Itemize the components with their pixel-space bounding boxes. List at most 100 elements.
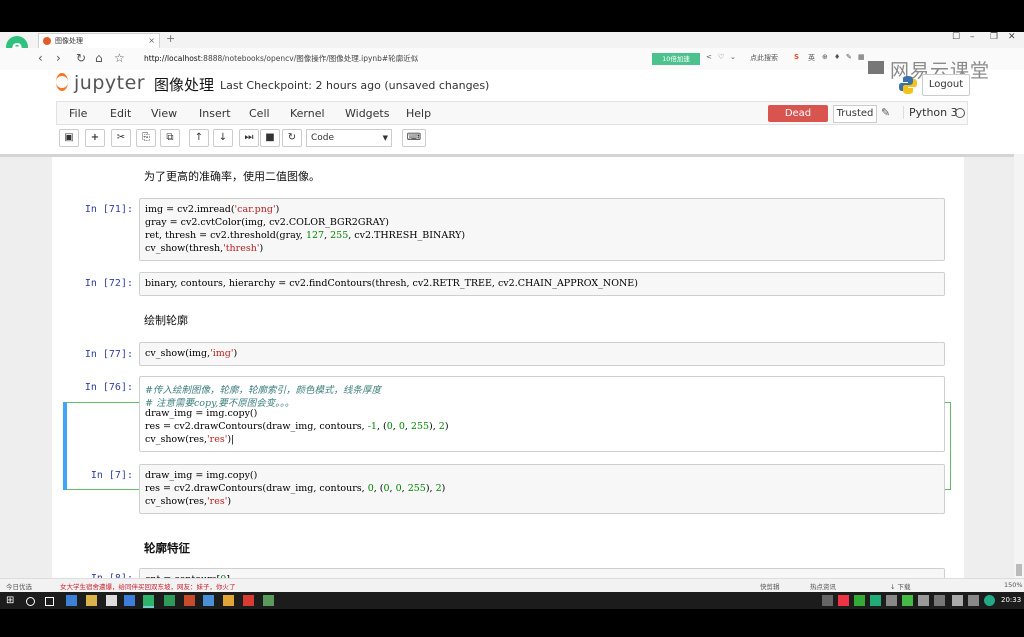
search-icon[interactable]: [26, 597, 35, 606]
scrollbar-thumb[interactable]: [1016, 564, 1022, 576]
maximize-window-button[interactable]: ❐: [990, 32, 998, 42]
cell-prompt: In [71]:: [84, 204, 133, 215]
code-line: res = cv2.drawContours(draw_img, contour…: [145, 421, 449, 432]
tray-icon[interactable]: [838, 595, 849, 606]
code-cell-71[interactable]: img = cv2.imread('car.png') gray = cv2.c…: [139, 198, 945, 261]
new-tab-button[interactable]: +: [166, 32, 175, 45]
restart-icon[interactable]: ↻: [282, 129, 302, 147]
move-up-icon[interactable]: ↑: [189, 129, 209, 147]
menu-insert[interactable]: Insert: [199, 107, 231, 120]
url-field[interactable]: http://localhost:8888/notebooks/opencv/图…: [138, 51, 652, 67]
run-icon[interactable]: ⏭: [239, 129, 259, 147]
tab-favicon-icon: [43, 37, 51, 45]
forward-icon[interactable]: ›: [56, 51, 61, 65]
move-down-icon[interactable]: ↓: [213, 129, 233, 147]
code-cell-76[interactable]: #传入绘制图像，轮廓，轮廓索引，颜色模式，线条厚度 # 注意需要copy,要不原…: [139, 376, 945, 452]
tray-icon[interactable]: [822, 595, 833, 606]
tray-icon[interactable]: [886, 595, 897, 606]
app-icon-mail[interactable]: [124, 595, 135, 606]
app-icon-blue[interactable]: [203, 595, 214, 606]
window-menu-icon[interactable]: ☐: [952, 32, 960, 42]
menu-edit[interactable]: Edit: [110, 107, 131, 120]
paste-icon[interactable]: ⧉: [160, 129, 180, 147]
back-icon[interactable]: ‹: [38, 51, 43, 65]
heart-icon[interactable]: ♡: [718, 53, 724, 61]
ime-tool-5[interactable]: ▦: [858, 53, 865, 61]
save-button[interactable]: ▣: [59, 129, 79, 147]
app-icon-green[interactable]: [164, 595, 175, 606]
logout-button[interactable]: Logout: [922, 74, 970, 96]
zoom-level[interactable]: 150%: [1004, 581, 1023, 589]
code-cell-77[interactable]: cv_show(img,'img'): [139, 342, 945, 366]
status-left[interactable]: 今日优选: [6, 581, 32, 591]
app-icon-orange[interactable]: [223, 595, 234, 606]
tray-icon[interactable]: [968, 595, 979, 606]
tab-close-icon[interactable]: ×: [148, 34, 155, 48]
markdown-cell[interactable]: 为了更高的准确率，使用二值图像。: [144, 168, 320, 184]
status-item[interactable]: 快剪辑: [760, 581, 780, 591]
menu-view[interactable]: View: [151, 107, 177, 120]
trusted-badge[interactable]: Trusted: [833, 105, 877, 123]
notebook-name[interactable]: 图像处理: [154, 74, 214, 95]
code-cell-72[interactable]: binary, contours, hierarchy = cv2.findCo…: [139, 272, 945, 296]
stop-icon[interactable]: ■: [260, 129, 280, 147]
edit-pencil-icon[interactable]: ✎: [881, 106, 890, 119]
ime-tool-2[interactable]: ⊕: [822, 53, 828, 61]
minimize-window-button[interactable]: –: [970, 32, 975, 42]
insert-cell-button[interactable]: +: [85, 129, 105, 147]
tray-icon[interactable]: [902, 595, 913, 606]
sogou-icon[interactable]: S: [794, 53, 799, 61]
tray-icon[interactable]: [918, 595, 929, 606]
app-icon-image[interactable]: [263, 595, 274, 606]
close-window-button[interactable]: ✕: [1008, 32, 1016, 42]
notebook-toolbar: ▣ + ✂ ⎘ ⧉ ↑ ↓ ⏭ ■ ↻ Code ▼ ⌨: [56, 129, 968, 151]
bookmark-star-icon[interactable]: ☆: [114, 51, 125, 65]
cut-icon[interactable]: ✂: [111, 129, 131, 147]
windows-start-icon[interactable]: ⊞: [6, 595, 17, 606]
share-icon[interactable]: <: [706, 53, 712, 61]
status-item[interactable]: 热点资讯: [810, 581, 836, 591]
app-icon-explorer[interactable]: [86, 595, 97, 606]
app-icon-edge[interactable]: [66, 595, 77, 606]
status-item[interactable]: ↓ 下载: [890, 581, 911, 591]
search-shortcut[interactable]: 点此搜索: [750, 53, 778, 63]
browser-tab[interactable]: 图像处理 ×: [38, 33, 160, 48]
menu-help[interactable]: Help: [406, 107, 431, 120]
copy-icon[interactable]: ⎘: [136, 129, 156, 147]
dead-kernel-badge[interactable]: Dead kernel: [768, 105, 828, 136]
task-view-icon[interactable]: [45, 597, 54, 606]
reload-icon[interactable]: ↻: [76, 51, 86, 65]
home-icon[interactable]: ⌂: [95, 51, 103, 65]
ime-tool-1[interactable]: 英: [808, 53, 815, 63]
app-icon-red[interactable]: [184, 595, 195, 606]
app-icon-ppt[interactable]: [243, 595, 254, 606]
dropdown-icon[interactable]: ⌄: [730, 53, 736, 61]
menu-file[interactable]: File: [69, 107, 87, 120]
clock[interactable]: 20:33: [1001, 596, 1021, 604]
scrollbar[interactable]: [1014, 154, 1024, 578]
checkpoint-status: Last Checkpoint: 2 hours ago (unsaved ch…: [220, 79, 490, 92]
markdown-cell[interactable]: 绘制轮廓: [144, 312, 188, 328]
tray-icon[interactable]: [870, 595, 881, 606]
status-news[interactable]: 女大学生宿舍遭爆，给同伴买回双东坡，网友：妹子，你火了: [60, 581, 236, 591]
menu-kernel[interactable]: Kernel: [290, 107, 325, 120]
tray-icon[interactable]: [934, 595, 945, 606]
app-icon-browser[interactable]: [143, 595, 154, 608]
menu-cell[interactable]: Cell: [249, 107, 270, 120]
tray-icon[interactable]: [952, 595, 963, 606]
tray-icon[interactable]: [984, 595, 995, 606]
speed-button[interactable]: 10倍加速: [652, 53, 700, 65]
code-cell-7[interactable]: draw_img = img.copy() res = cv2.drawCont…: [139, 464, 945, 514]
tray-icon[interactable]: [854, 595, 865, 606]
jupyter-logo[interactable]: jupyter: [56, 72, 145, 94]
ime-tool-4[interactable]: ✎: [846, 53, 852, 61]
markdown-heading[interactable]: 轮廓特征: [144, 540, 190, 556]
menu-widgets[interactable]: Widgets: [345, 107, 389, 120]
app-icon-store[interactable]: [106, 595, 117, 606]
ime-tool-3[interactable]: ♦: [834, 53, 840, 61]
cell-type-select[interactable]: Code ▼: [306, 129, 392, 147]
menu-bar: File Edit View Insert Cell Kernel Widget…: [56, 101, 968, 136]
jupyter-header: jupyter 图像处理 Last Checkpoint: 2 hours ag…: [0, 60, 1024, 98]
code-line: cv_show(res,'res'): [145, 496, 232, 507]
keyboard-icon[interactable]: ⌨: [402, 129, 426, 147]
